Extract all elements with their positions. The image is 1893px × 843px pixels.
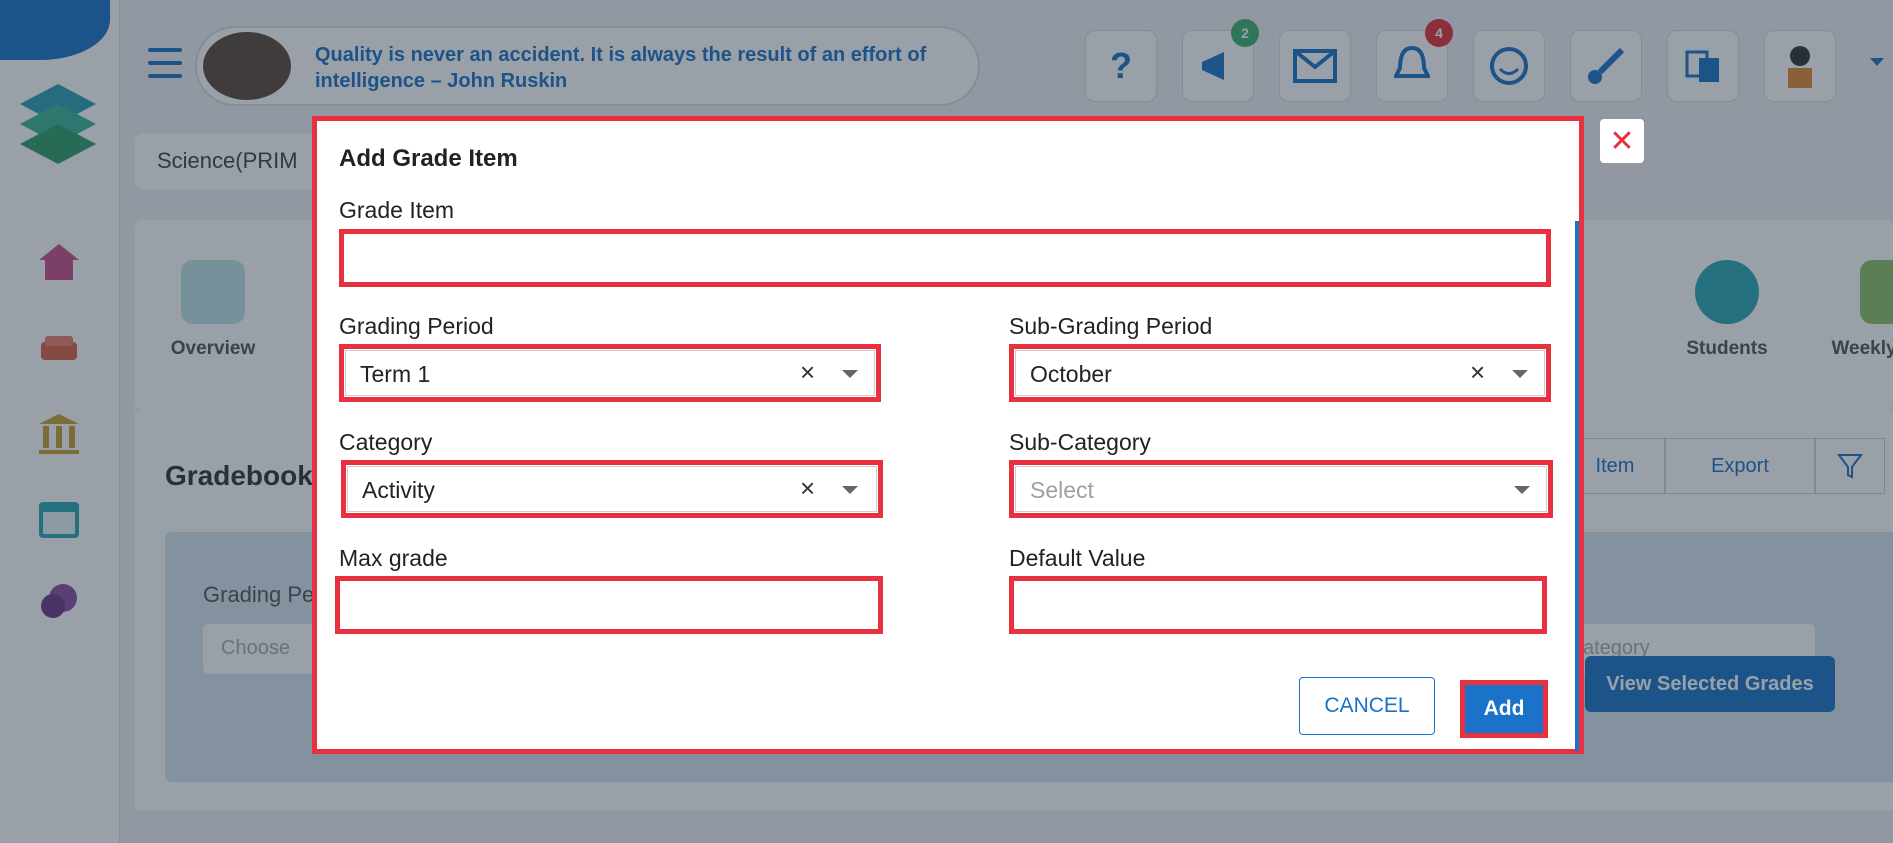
grading-period-select[interactable]: Term 1 × xyxy=(339,344,881,402)
category-select[interactable]: Activity × xyxy=(341,460,883,518)
cancel-button[interactable]: CANCEL xyxy=(1299,677,1435,735)
sub-grading-period-chevron-down-icon[interactable] xyxy=(1512,370,1528,378)
sub-category-placeholder: Select xyxy=(1030,477,1094,503)
add-button-highlight: Add xyxy=(1460,680,1548,738)
sub-grading-period-value: October xyxy=(1030,361,1112,387)
default-value-input[interactable] xyxy=(1009,576,1547,634)
sub-grading-period-clear-icon[interactable]: × xyxy=(1470,359,1485,385)
sub-category-select[interactable]: Select xyxy=(1009,460,1553,518)
sub-category-chevron-down-icon[interactable] xyxy=(1514,486,1530,494)
grading-period-chevron-down-icon[interactable] xyxy=(842,370,858,378)
add-grade-item-modal: Add Grade Item Grade Item Grading Period… xyxy=(312,116,1584,754)
grade-item-input[interactable] xyxy=(339,229,1551,287)
modal-scrollbar[interactable] xyxy=(1575,221,1579,751)
grading-period-clear-icon[interactable]: × xyxy=(800,359,815,385)
sub-category-select-frame xyxy=(1015,466,1547,512)
add-button[interactable]: Add xyxy=(1465,685,1543,733)
sub-grading-period-label: Sub-Grading Period xyxy=(1009,313,1213,339)
sub-category-label: Sub-Category xyxy=(1009,429,1151,455)
category-clear-icon[interactable]: × xyxy=(800,475,815,501)
grade-item-label: Grade Item xyxy=(339,197,455,223)
grading-period-label: Grading Period xyxy=(339,313,494,339)
default-value-label: Default Value xyxy=(1009,545,1146,571)
max-grade-input[interactable] xyxy=(335,576,883,634)
sub-grading-period-select[interactable]: October × xyxy=(1009,344,1551,402)
category-chevron-down-icon[interactable] xyxy=(842,486,858,494)
category-label: Category xyxy=(339,429,433,455)
close-icon[interactable]: ✕ xyxy=(1600,119,1644,163)
grading-period-value: Term 1 xyxy=(360,361,431,387)
modal-title: Add Grade Item xyxy=(339,145,518,172)
category-value: Activity xyxy=(362,477,435,503)
max-grade-label: Max grade xyxy=(339,545,448,571)
